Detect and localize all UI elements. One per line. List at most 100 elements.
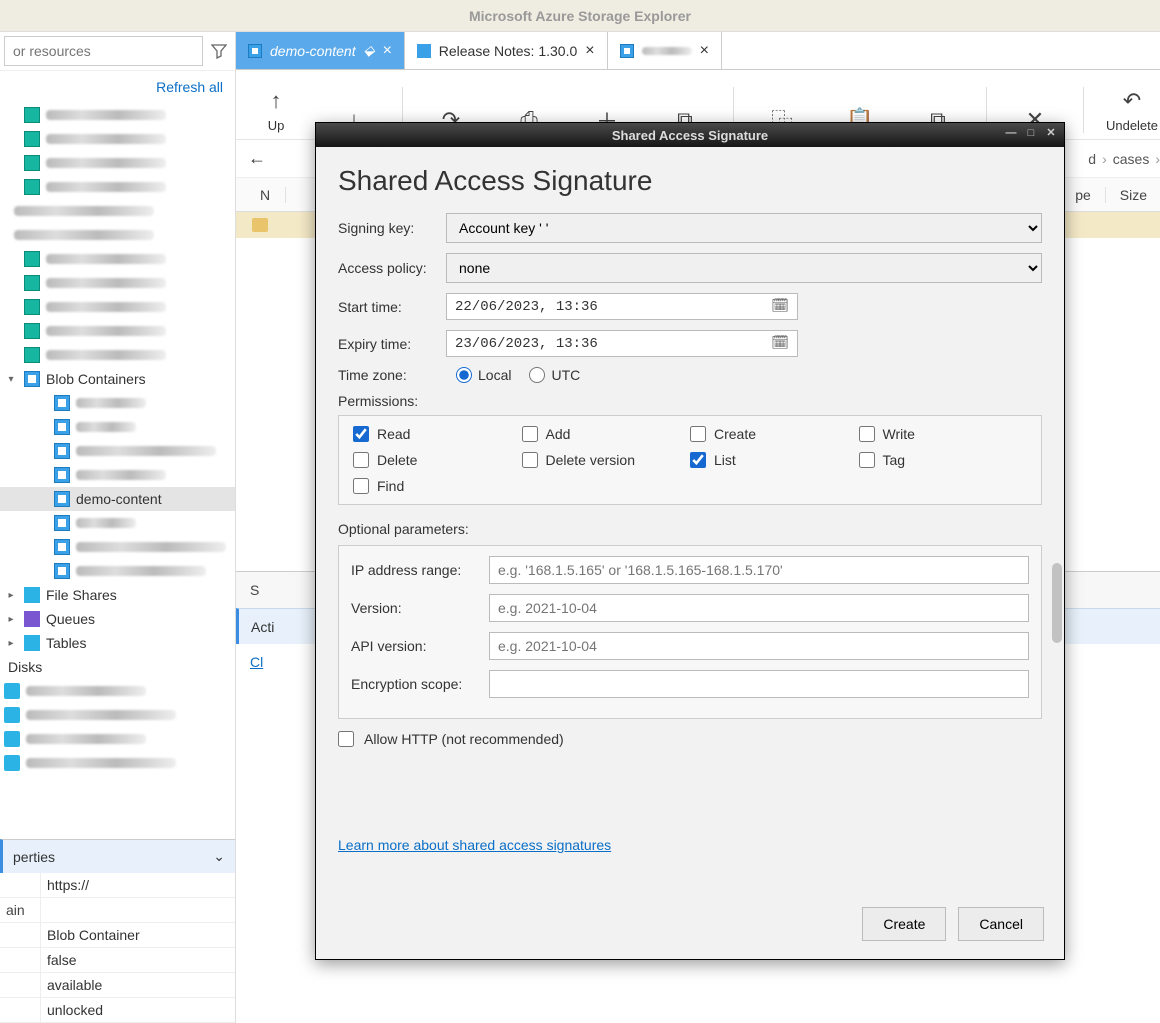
tz-utc-radio[interactable]: UTC <box>529 367 580 383</box>
tree-disk-item[interactable] <box>0 751 235 775</box>
unpin-icon[interactable]: ⬙ <box>364 42 375 59</box>
disks-section: Disks <box>0 655 235 679</box>
container-icon <box>54 443 70 459</box>
tab-release-notes[interactable]: Release Notes: 1.30.0 × <box>405 32 608 69</box>
tree-item[interactable] <box>0 271 235 295</box>
tree-label: demo-content <box>76 491 162 507</box>
start-time-input[interactable]: 22/06/2023, 13:36🗓 <box>446 293 798 320</box>
chevron-down-icon[interactable]: ⌄ <box>213 848 225 865</box>
filter-icon[interactable] <box>207 39 231 63</box>
tree-item[interactable] <box>0 319 235 343</box>
tree-container-item[interactable] <box>0 463 235 487</box>
prop-label: ain <box>0 898 40 922</box>
container-icon <box>54 467 70 483</box>
perm-tag[interactable]: Tag <box>859 452 1028 468</box>
learn-more-link[interactable]: Learn more about shared access signature… <box>338 837 1042 853</box>
tree-container-item[interactable] <box>0 439 235 463</box>
tree-item[interactable] <box>0 199 235 223</box>
timezone-label: Time zone: <box>338 367 438 383</box>
calendar-icon[interactable]: 🗓 <box>771 298 789 315</box>
perm-add[interactable]: Add <box>522 426 691 442</box>
cancel-button[interactable]: Cancel <box>958 907 1044 941</box>
access-policy-label: Access policy: <box>338 260 438 276</box>
refresh-all-link[interactable]: Refresh all <box>156 79 223 95</box>
folder-icon <box>24 371 40 387</box>
perm-list[interactable]: List <box>690 452 859 468</box>
tree-item[interactable] <box>0 127 235 151</box>
tz-local-radio[interactable]: Local <box>456 367 511 383</box>
upload-button[interactable]: ↑Up <box>246 88 306 133</box>
tab-demo-content[interactable]: demo-content ⬙ × <box>236 32 405 69</box>
tree-item[interactable] <box>0 175 235 199</box>
tree-container-item[interactable] <box>0 559 235 583</box>
close-icon[interactable]: ✕ <box>1044 126 1058 140</box>
allow-http-checkbox[interactable] <box>338 731 354 747</box>
tree-disk-item[interactable] <box>0 703 235 727</box>
col-type[interactable]: pe <box>1061 187 1106 203</box>
ip-range-input[interactable] <box>489 556 1029 584</box>
undelete-button[interactable]: ↶Undelete <box>1102 88 1160 133</box>
tree-item[interactable] <box>0 103 235 127</box>
close-icon[interactable]: × <box>585 42 594 60</box>
chevron-right-icon[interactable]: ▸ <box>4 638 18 649</box>
version-input[interactable] <box>489 594 1029 622</box>
app-titlebar: Microsoft Azure Storage Explorer <box>0 0 1160 32</box>
tree-item[interactable] <box>0 247 235 271</box>
col-size[interactable]: Size <box>1106 187 1160 203</box>
calendar-icon[interactable]: 🗓 <box>771 335 789 352</box>
chevron-right-icon[interactable]: ▸ <box>4 590 18 601</box>
tree-container-item[interactable] <box>0 415 235 439</box>
optional-params-box: IP address range: Version: API version: … <box>338 545 1042 719</box>
container-icon <box>248 44 262 58</box>
api-version-input[interactable] <box>489 632 1029 660</box>
tree-container-demo-content[interactable]: demo-content <box>0 487 235 511</box>
close-icon[interactable]: × <box>700 42 709 60</box>
search-input[interactable] <box>4 36 203 66</box>
tree-item[interactable] <box>0 223 235 247</box>
tree-container-item[interactable] <box>0 391 235 415</box>
maximize-icon[interactable]: □ <box>1024 126 1038 140</box>
tree-queues[interactable]: ▸ Queues <box>0 607 235 631</box>
back-icon[interactable]: ← <box>248 148 266 169</box>
perm-read[interactable]: Read <box>353 426 522 442</box>
perm-delete[interactable]: Delete <box>353 452 522 468</box>
chevron-right-icon: › <box>1155 151 1160 167</box>
tree-item[interactable] <box>0 343 235 367</box>
perm-create[interactable]: Create <box>690 426 859 442</box>
dialog-titlebar[interactable]: Shared Access Signature — □ ✕ <box>316 123 1064 147</box>
perm-write[interactable]: Write <box>859 426 1028 442</box>
clear-link[interactable]: Cl <box>250 654 263 670</box>
properties-table: https:// ain Blob Container false availa… <box>0 873 235 1023</box>
tree-container-item[interactable] <box>0 535 235 559</box>
tree-tables[interactable]: ▸Tables <box>0 631 235 655</box>
close-icon[interactable]: × <box>382 42 391 60</box>
chevron-right-icon[interactable]: ▸ <box>4 614 18 625</box>
perm-find[interactable]: Find <box>353 478 522 494</box>
folder-icon <box>252 218 268 232</box>
tree-blob-containers[interactable]: ▾ Blob Containers <box>0 367 235 391</box>
tree-disk-item[interactable] <box>0 679 235 703</box>
create-button[interactable]: Create <box>862 907 946 941</box>
breadcrumb-part[interactable]: cases <box>1113 151 1150 167</box>
tab-other[interactable]: × <box>608 32 722 69</box>
access-policy-select[interactable]: none <box>446 253 1042 283</box>
permissions-label: Permissions: <box>338 393 1042 409</box>
tree-container-item[interactable] <box>0 511 235 535</box>
signing-key-select[interactable]: Account key ' ' <box>446 213 1042 243</box>
tree-item[interactable] <box>0 151 235 175</box>
tree-disk-item[interactable] <box>0 727 235 751</box>
scrollbar-thumb[interactable] <box>1052 563 1062 643</box>
container-icon <box>54 395 70 411</box>
properties-panel-header[interactable]: perties ⌄ <box>0 839 235 873</box>
tree-label: Queues <box>46 611 95 627</box>
perm-delete-version[interactable]: Delete version <box>522 452 691 468</box>
col-name[interactable]: N <box>246 187 286 203</box>
chevron-down-icon[interactable]: ▾ <box>4 374 18 385</box>
minimize-icon[interactable]: — <box>1004 126 1018 140</box>
expiry-time-input[interactable]: 23/06/2023, 13:36🗓 <box>446 330 798 357</box>
tree-file-shares[interactable]: ▸File Shares <box>0 583 235 607</box>
tree-item[interactable] <box>0 295 235 319</box>
encryption-scope-input[interactable] <box>489 670 1029 698</box>
sas-dialog: Shared Access Signature — □ ✕ Shared Acc… <box>315 122 1065 960</box>
breadcrumb-part[interactable]: d <box>1088 151 1096 167</box>
